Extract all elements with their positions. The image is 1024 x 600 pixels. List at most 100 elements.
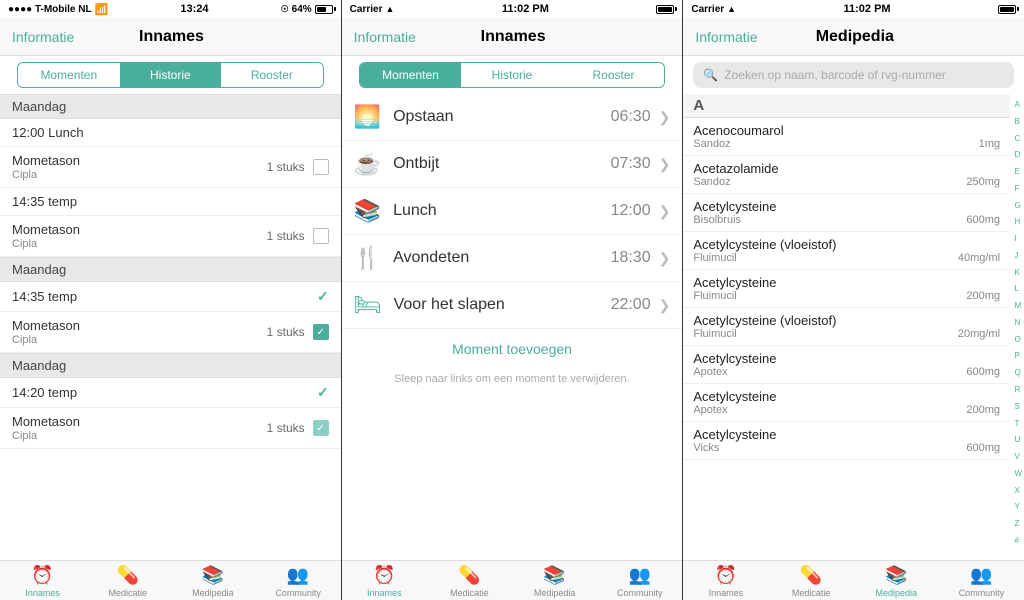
alpha-D[interactable]: D (1014, 150, 1022, 159)
segment-momenten-2[interactable]: Momenten (360, 63, 462, 87)
item-subtitle: Cipla (12, 334, 80, 346)
med-item[interactable]: Acetylcysteine Apotex 600mg (683, 346, 1010, 384)
med-item[interactable]: Acetylcysteine (vloeistof) Fluimucil 40m… (683, 232, 1010, 270)
alpha-P[interactable]: P (1014, 351, 1022, 360)
alpha-T[interactable]: T (1014, 419, 1022, 428)
alpha-R[interactable]: R (1014, 385, 1022, 394)
moment-item-slapen[interactable]: 🛏 Voor het slapen 22:00 ❯ (342, 282, 683, 329)
panel-1: ●●●● T-Mobile NL 📶 13:24 ☉ 64% Informati… (0, 0, 342, 600)
alpha-F[interactable]: F (1014, 184, 1022, 193)
clock-icon: ⏰ (373, 565, 395, 586)
tab-label: Community (617, 588, 663, 598)
checkbox[interactable] (313, 159, 329, 175)
med-dose: 600mg (966, 366, 1000, 378)
tab-medipedia-2[interactable]: 📚 Medipedia (512, 565, 597, 598)
moment-name: Opstaan (393, 108, 610, 126)
tab-community-3[interactable]: 👥 Community (939, 565, 1024, 598)
tab-medipedia-3[interactable]: 📚 Medipedia (854, 565, 939, 598)
alpha-U[interactable]: U (1014, 435, 1022, 444)
back-button-3[interactable]: Informatie (695, 29, 757, 45)
tab-label: Medipedia (534, 588, 576, 598)
search-placeholder: Zoeken op naam, barcode of rvg-nummer (724, 68, 945, 82)
fork-icon: 🍴 (354, 245, 381, 271)
alpha-V[interactable]: V (1014, 452, 1022, 461)
panel-2: Carrier ▲ 11:02 PM Informatie Innames Mo… (342, 0, 684, 600)
alpha-H[interactable]: H (1014, 217, 1022, 226)
med-dose: 40mg/ml (958, 252, 1000, 264)
alpha-X[interactable]: X (1014, 486, 1022, 495)
med-brand: Apotex (693, 404, 727, 416)
med-item[interactable]: Acetylcysteine Fluimucil 200mg (683, 270, 1010, 308)
alpha-O[interactable]: O (1014, 335, 1022, 344)
alpha-K[interactable]: K (1014, 268, 1022, 277)
med-dose: 600mg (966, 214, 1000, 226)
segment-momenten-1[interactable]: Momenten (18, 63, 120, 87)
list-item: Mometason Cipla 1 stuks (0, 216, 341, 257)
tab-label: Innames (25, 588, 60, 598)
alpha-Z[interactable]: Z (1014, 519, 1022, 528)
med-item[interactable]: Acetylcysteine Bisolbruis 600mg (683, 194, 1010, 232)
med-item[interactable]: Acenocoumarol Sandoz 1mg (683, 118, 1010, 156)
alpha-E[interactable]: E (1014, 167, 1022, 176)
item-count: 1 stuks (267, 421, 305, 435)
checkmark-icon: ✓ (317, 288, 329, 305)
add-moment-button[interactable]: Moment toevoegen (342, 329, 683, 369)
med-item[interactable]: Acetylcysteine (vloeistof) Fluimucil 20m… (683, 308, 1010, 346)
tab-medicatie-2[interactable]: 💊 Medicatie (427, 565, 512, 598)
item-title: Mometason (12, 153, 80, 168)
back-button-2[interactable]: Informatie (354, 29, 416, 45)
med-item[interactable]: Acetylcysteine Apotex 200mg (683, 384, 1010, 422)
tab-bar-3: ⏰ Innames 💊 Medicatie 📚 Medipedia 👥 Comm… (683, 560, 1024, 600)
tab-innames-1[interactable]: ⏰ Innames (0, 565, 85, 598)
moment-item-opstaan[interactable]: 🌅 Opstaan 06:30 ❯ (342, 94, 683, 141)
tab-innames-2[interactable]: ⏰ Innames (342, 565, 427, 598)
alpha-G[interactable]: G (1014, 201, 1022, 210)
med-item[interactable]: Acetylcysteine Vicks 600mg (683, 422, 1010, 460)
tab-innames-3[interactable]: ⏰ Innames (683, 565, 768, 598)
search-bar[interactable]: 🔍 Zoeken op naam, barcode of rvg-nummer (693, 62, 1014, 88)
item-title: Mometason (12, 318, 80, 333)
tab-medipedia-1[interactable]: 📚 Medipedia (170, 565, 255, 598)
tab-community-1[interactable]: 👥 Community (256, 565, 341, 598)
chevron-right-icon: ❯ (659, 109, 671, 126)
moment-item-ontbijt[interactable]: ☕ Ontbijt 07:30 ❯ (342, 141, 683, 188)
moment-item-lunch[interactable]: 📚 Lunch 12:00 ❯ (342, 188, 683, 235)
item-title: Mometason (12, 414, 80, 429)
med-brand: Fluimucil (693, 328, 736, 340)
checkbox[interactable] (313, 228, 329, 244)
alpha-L[interactable]: L (1014, 284, 1022, 293)
alpha-Q[interactable]: Q (1014, 368, 1022, 377)
alpha-S[interactable]: S (1014, 402, 1022, 411)
alpha-hash[interactable]: # (1014, 536, 1022, 545)
med-item[interactable]: Acetazolamide Sandoz 250mg (683, 156, 1010, 194)
status-left-2: Carrier ▲ (350, 4, 395, 15)
med-name: Acetylcysteine (vloeistof) (693, 237, 1000, 252)
alpha-A[interactable]: A (1014, 100, 1022, 109)
alpha-I[interactable]: I (1014, 234, 1022, 243)
pill-icon: 💊 (117, 565, 139, 586)
alpha-W[interactable]: W (1014, 469, 1022, 478)
alpha-B[interactable]: B (1014, 117, 1022, 126)
segment-rooster-1[interactable]: Rooster (221, 63, 323, 87)
checkbox-checked[interactable]: ✓ (313, 324, 329, 340)
alpha-N[interactable]: N (1014, 318, 1022, 327)
status-bar-1: ●●●● T-Mobile NL 📶 13:24 ☉ 64% (0, 0, 341, 18)
tab-medicatie-3[interactable]: 💊 Medicatie (769, 565, 854, 598)
alpha-J[interactable]: J (1014, 251, 1022, 260)
time-1: 13:24 (180, 3, 208, 15)
alpha-C[interactable]: C (1014, 134, 1022, 143)
segment-historie-2[interactable]: Historie (461, 63, 563, 87)
med-brand: Sandoz (693, 176, 730, 188)
back-button-1[interactable]: Informatie (12, 29, 74, 45)
pill-icon: 💊 (800, 565, 822, 586)
moment-item-avondeten[interactable]: 🍴 Avondeten 18:30 ❯ (342, 235, 683, 282)
segment-rooster-2[interactable]: Rooster (563, 63, 665, 87)
checkbox-partial[interactable]: ✓ (313, 420, 329, 436)
alpha-M[interactable]: M (1014, 301, 1022, 310)
tab-label: Community (959, 588, 1005, 598)
tab-community-2[interactable]: 👥 Community (597, 565, 682, 598)
tab-medicatie-1[interactable]: 💊 Medicatie (85, 565, 170, 598)
segment-historie-1[interactable]: Historie (120, 63, 222, 87)
alpha-Y[interactable]: Y (1014, 502, 1022, 511)
bt-icon-1: ☉ (281, 4, 289, 15)
